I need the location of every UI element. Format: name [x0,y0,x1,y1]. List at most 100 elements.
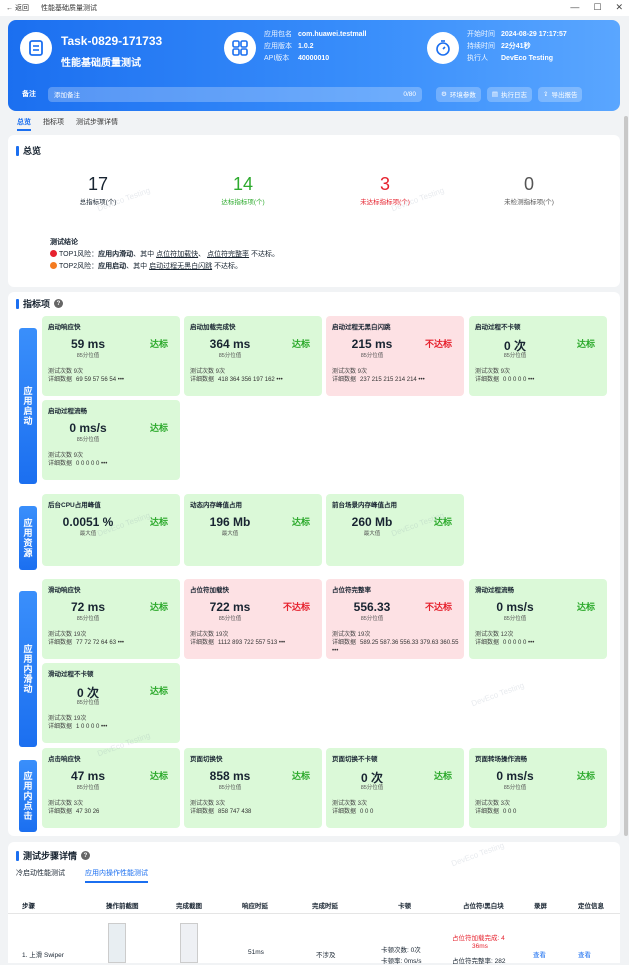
column-header: 卡顿 [398,902,411,910]
subtab-in-app[interactable]: 应用内操作性能测试 [85,868,148,883]
steps-table-header: 步骤 操作前截图 完成截图 响应时延 完成时延 卡顿 占位符/黑白块 录屏 定位信息 [8,896,620,914]
metric-card[interactable]: 页面切换不卡顿 0 次 85分位值 达标 测试次数 3次 详细数据 0 0 0 [326,748,464,828]
table-row: 1. 上滑 Swiper 51ms 不涉及 卡顿次数: 0次 卡顿率: 0ms/… [8,915,620,965]
stat-number: 0 [523,174,534,194]
metric-card[interactable]: 启动过程不卡顿 0 次 85分位值 达标 测试次数 9次 详细数据 0 0 0 0 0 ••… [469,316,607,396]
detail-values: 0 0 0 [503,809,517,815]
group-label: 应用启动 [19,328,37,484]
metric-status: 达标 [433,517,452,527]
detail-label: 详细数据 [48,461,73,467]
metric-unit: 85分位值 [76,353,100,359]
remark-label: 备注 [22,91,36,98]
exec-log-button[interactable]: ▤ 执行日志 [486,86,532,102]
metric-detail-row: 详细数据 77 72 72 64 63 ••• [48,639,178,647]
metric-title: 滑动过程不卡顿 [48,671,94,678]
app-info: 应用包名 com.huawei.testmall 应用版本 1.0.2 API版本 4… [264,31,367,62]
scrollbar[interactable] [624,116,628,836]
env-params-button[interactable]: ⚙ 环境参数 [436,86,481,102]
metric-card[interactable]: 启动响应快 59 ms 85分位值 达标 测试次数 9次 详细数据 69 59 57 56 … [42,316,180,396]
metric-title: 页面切换不卡顿 [332,756,378,763]
metric-unit: 85分位值 [218,616,242,622]
metric-value: 0 ms/s [69,421,107,435]
metric-value: 0 ms/s [496,769,534,783]
view-recording-link[interactable]: 查看 [533,949,546,959]
metric-card[interactable]: 滑动响应快 72 ms 85分位值 达标 测试次数 19次 详细数据 77 72 72 64… [42,579,180,659]
detail-label: 详细数据 [475,640,500,646]
executor: DevEco Testing [501,55,553,62]
run-info: 开始时间 2024-08-29 17:17:57 持续时间 22分41秒 执行人 De… [467,31,567,62]
metric-card[interactable]: 页面切换快 858 ms 85分位值 达标 测试次数 3次 详细数据 858 747 438 [184,748,322,828]
metric-value: 556.33 [353,600,391,614]
export-report-button[interactable]: ⇪ 导出报告 [537,86,583,102]
stat-1: 14 达标指标项(个) [183,174,303,206]
metric-detail-row: 详细数据 0 0 0 0 0 ••• [475,376,605,384]
detail-values: 69 59 57 56 54 ••• [76,377,125,383]
window-titlebar: ← 返回 性能基础质量测试 — ☐ ✕ [0,0,629,16]
window-title: 性能基础质量测试 [41,5,97,12]
metric-unit: 85分位值 [503,616,527,622]
arrow-left-icon: ← [6,4,13,12]
placeholder-complete: 占位符完整率: 282 [452,958,506,965]
metric-card[interactable]: 启动加载完成快 364 ms 85分位值 达标 测试次数 9次 详细数据 418 364 3… [184,316,322,396]
metrics-title: 指标项 [23,299,51,309]
metric-card[interactable]: 滑动过程不卡顿 0 次 85分位值 达标 测试次数 19次 详细数据 1 0 0 0 0 •… [42,663,180,743]
minimize-icon[interactable]: — [570,2,579,13]
after-screenshot[interactable] [180,923,198,963]
metric-status: 达标 [149,517,168,527]
metric-unit: 85分位值 [76,437,100,443]
placeholder-load: 占位符加载完成: 4 [452,935,505,942]
detail-values: 1 0 0 0 0 ••• [76,724,108,730]
maximize-icon[interactable]: ☐ [593,2,601,13]
close-icon[interactable]: ✕ [615,2,623,13]
subtab-cold-start[interactable]: 冷启动性能测试 [16,868,65,883]
remark-input[interactable]: 添加备注 0/80 [48,86,422,102]
overview-title: 总览 [23,146,42,156]
metric-test-count: 测试次数 3次 [475,801,511,807]
help-icon[interactable]: ? [81,851,91,860]
view-location-link[interactable]: 查看 [578,949,591,959]
link-no-flash[interactable]: 启动过程无黑白闪跳 [149,263,212,270]
jank-rate: 卡顿率: 0ms/s [381,958,422,965]
metric-title: 启动过程无黑白闪跳 [332,324,391,331]
metric-card[interactable]: 前台场景内存峰值占用 260 Mb 最大值 达标 [326,494,464,566]
metric-card[interactable]: 占位符完整率 556.33 85分位值 不达标 测试次数 19次 详细数据 589.25 5… [326,579,464,659]
metric-test-count: 测试次数 3次 [332,801,368,807]
detail-values: 77 72 72 64 63 ••• [76,640,125,646]
stat-label: 未检测指标项(个) [504,199,554,206]
placeholder-load-ms: 36ms [472,943,488,950]
metric-title: 启动响应快 [48,324,81,331]
start-time: 2024-08-29 17:17:57 [501,31,567,38]
remark-counter: 0/80 [403,90,416,98]
metric-card[interactable]: 页面转场操作流畅 0 ms/s 85分位值 达标 测试次数 3次 详细数据 0 0 0 [469,748,607,828]
column-header: 完成截图 [176,902,202,910]
column-header: 占位符/黑白块 [463,902,504,910]
metric-card[interactable]: 后台CPU占用峰值 0.0051 % 最大值 达标 [42,494,180,566]
link-placeholder-complete[interactable]: 点位符完整率 [207,251,249,258]
metric-value: 196 Mb [209,515,251,529]
metric-card[interactable]: 滑动过程流畅 0 ms/s 85分位值 达标 测试次数 12次 详细数据 0 0 0 0 0… [469,579,607,659]
metric-card[interactable]: 启动过程流畅 0 ms/s 85分位值 达标 测试次数 9次 详细数据 0 0 0 0 0 … [42,400,180,480]
stat-number: 17 [87,174,109,194]
metric-detail-row: 详细数据 858 747 438 [190,808,320,816]
metric-card[interactable]: 动态内存峰值占用 196 Mb 最大值 达标 [184,494,322,566]
metric-test-count: 测试次数 9次 [48,369,84,375]
metric-value: 215 ms [351,337,393,351]
link-placeholder-load[interactable]: 点位符加载快 [156,251,198,258]
detail-label: 详细数据 [190,640,215,646]
detail-values: 0 0 0 0 0 ••• [76,461,108,467]
metric-card[interactable]: 占位符加载快 722 ms 85分位值 不达标 测试次数 19次 详细数据 1112 893… [184,579,322,659]
tab-metrics[interactable]: 指标项 [43,117,64,131]
metric-card[interactable]: 启动过程无黑白闪跳 215 ms 85分位值 不达标 测试次数 9次 详细数据 237 21… [326,316,464,396]
metric-test-count: 测试次数 19次 [48,716,87,722]
metric-card[interactable]: 点击响应快 47 ms 85分位值 达标 测试次数 3次 详细数据 47 30 26 [42,748,180,828]
tab-steps[interactable]: 测试步骤详情 [76,117,118,131]
stat-label: 未达标指标项(个) [360,199,410,206]
back-button[interactable]: ← 返回 [6,3,29,13]
tab-overview[interactable]: 总览 [17,117,31,131]
help-icon[interactable]: ? [54,299,64,308]
app-package: com.huawei.testmall [298,31,367,38]
stat-3: 0 未检测指标项(个) [469,174,589,206]
main-tabs: 总览 指标项 测试步骤详情 [17,117,118,131]
metric-title: 启动过程流畅 [48,408,87,415]
before-screenshot[interactable] [108,923,126,963]
